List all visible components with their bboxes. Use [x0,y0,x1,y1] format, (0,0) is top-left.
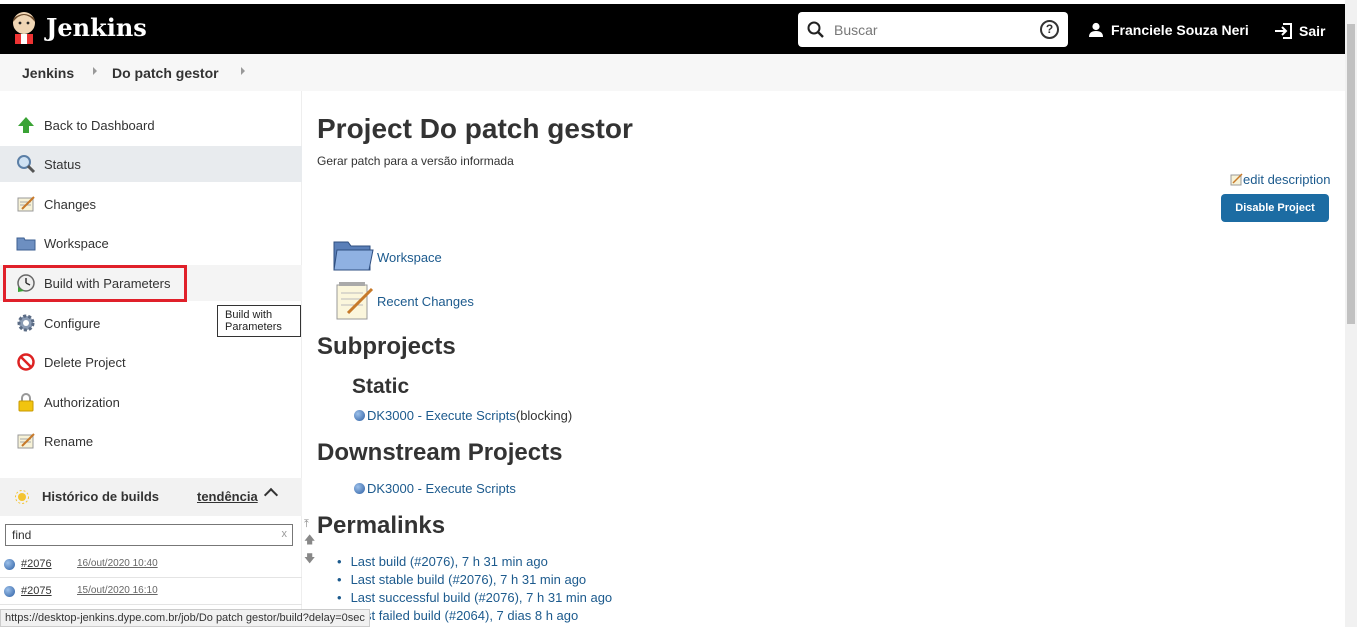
page-title: Project Do patch gestor [317,113,633,144]
collapse-chevron-icon[interactable] [263,487,279,503]
blocking-label: (blocking) [515,408,573,423]
top-header: Jenkins ? Franciele Souza Neri Sair [0,0,1357,54]
sidebar-item-label[interactable]: Changes [44,197,96,212]
sidebar-item-label[interactable]: Configure [44,316,100,331]
build-status-ball-icon [4,559,15,570]
search-input[interactable] [834,18,1024,42]
up-arrow-icon [18,117,34,133]
scroll-up-icon[interactable]: 🡅 [304,531,318,550]
breadcrumb-separator-icon[interactable] [93,67,97,75]
notepad-icon [17,196,35,212]
logout-link[interactable]: Sair [1274,22,1325,40]
downstream-project-link[interactable]: DK3000 - Execute Scripts [367,481,516,496]
jenkins-butler-icon [13,12,35,44]
permalink-last-stable-build[interactable]: Last stable build (#2076), 7 h 31 min ag… [337,572,587,587]
breadcrumb-jenkins[interactable]: Jenkins [22,65,74,81]
sidebar-item-back-to-dashboard[interactable]: Back to Dashboard [0,107,302,143]
subprojects-heading: Subprojects [317,333,456,360]
sidebar-item-workspace[interactable]: Workspace [0,225,302,261]
build-number-link[interactable]: #2075 [21,585,52,597]
build-date-link[interactable]: 15/out/2020 16:10 [77,585,158,596]
browser-status-bar: https://desktop-jenkins.dype.com.br/job/… [0,609,370,627]
static-subproject: DK3000 - Execute Scripts (blocking) [354,408,572,423]
recent-changes-notepad-icon[interactable] [334,281,374,321]
sidebar-item-label[interactable]: Rename [44,434,93,449]
sidebar-item-label[interactable]: Status [44,157,81,172]
history-scroll-controls[interactable]: ⤒ 🡅 🡇 [304,518,318,569]
downstream-project: DK3000 - Execute Scripts [354,481,516,496]
breadcrumb: Jenkins Do patch gestor [0,54,1345,91]
magnifier-icon [17,155,36,174]
permalink-last-failed-build[interactable]: Last failed build (#2064), 7 dias 8 h ag… [337,608,579,623]
sidebar-item-label[interactable]: Back to Dashboard [44,118,155,133]
breadcrumb-project[interactable]: Do patch gestor [112,65,219,81]
scroll-top-icon[interactable]: ⤒ [304,518,318,531]
trend-link[interactable]: tendência [197,489,258,504]
build-history-header: Histórico de builds tendência [0,478,302,516]
logout-icon [1275,23,1292,39]
sidebar-item-rename[interactable]: Rename [0,423,302,459]
sidebar-item-status[interactable]: Status [0,146,302,182]
recent-changes-link[interactable]: Recent Changes [377,294,474,309]
no-entry-icon [17,353,35,371]
project-status-ball-icon [354,410,365,421]
build-history-title: Histórico de builds [42,489,160,504]
edit-notepad-icon [1230,173,1243,186]
user-menu[interactable]: Franciele Souza Neri [1088,22,1249,38]
folder-icon [16,237,36,251]
help-icon[interactable]: ? [1040,20,1059,39]
permalinks-heading: Permalinks [317,512,446,539]
sidebar-item-label[interactable]: Delete Project [44,355,126,370]
workspace-link[interactable]: Workspace [377,250,442,265]
jenkins-logo[interactable]: Jenkins [10,10,147,44]
sidebar-item-label[interactable]: Workspace [44,236,109,251]
lock-icon [18,393,34,412]
build-row[interactable]: #2075 15/out/2020 16:10 [0,579,302,605]
build-row[interactable]: #2076 16/out/2020 10:40 [0,552,302,578]
breadcrumb-separator-icon[interactable] [241,67,245,75]
static-heading: Static [352,375,410,398]
scrollbar-thumb[interactable] [1347,24,1355,324]
workspace-folder-icon[interactable] [332,236,374,272]
logout-label[interactable]: Sair [1299,23,1325,39]
sidebar-item-authorization[interactable]: Authorization [0,384,302,420]
user-name[interactable]: Franciele Souza Neri [1111,22,1249,38]
permalink-last-successful-build[interactable]: Last successful build (#2076), 7 h 31 mi… [337,590,613,605]
app-title: Jenkins [46,12,147,42]
sidebar-item-delete-project[interactable]: Delete Project [0,344,302,380]
highlight-box [3,265,187,302]
edit-description-label[interactable]: edit description [1243,172,1330,187]
sun-icon [15,490,29,504]
scroll-down-icon[interactable]: 🡇 [304,550,318,569]
search-icon [807,21,824,38]
edit-description-link[interactable]: edit description [1230,172,1330,187]
build-date-link[interactable]: 16/out/2020 10:40 [77,558,158,569]
sidebar-item-changes[interactable]: Changes [0,186,302,222]
downstream-heading: Downstream Projects [317,439,563,466]
user-icon [1089,22,1103,37]
disable-project-button[interactable]: Disable Project [1221,194,1329,222]
tooltip: Build with Parameters [217,305,301,337]
static-subproject-link[interactable]: DK3000 - Execute Scripts [367,408,516,423]
find-placeholder: find [12,528,32,542]
build-status-ball-icon [4,586,15,597]
build-number-link[interactable]: #2076 [21,558,52,570]
gear-icon [17,314,35,332]
sidebar-item-label[interactable]: Authorization [44,395,120,410]
clear-icon[interactable]: x [282,528,288,540]
project-description: Gerar patch para a versão informada [317,154,514,168]
permalink-last-build[interactable]: Last build (#2076), 7 h 31 min ago [337,554,548,569]
project-status-ball-icon [354,483,365,494]
search-box[interactable]: ? [798,12,1068,47]
page-scrollbar[interactable] [1345,0,1357,627]
notepad-icon [17,433,35,449]
sidebar: Back to Dashboard Status Changes Workspa… [0,91,302,627]
find-input[interactable]: find x [5,524,293,546]
